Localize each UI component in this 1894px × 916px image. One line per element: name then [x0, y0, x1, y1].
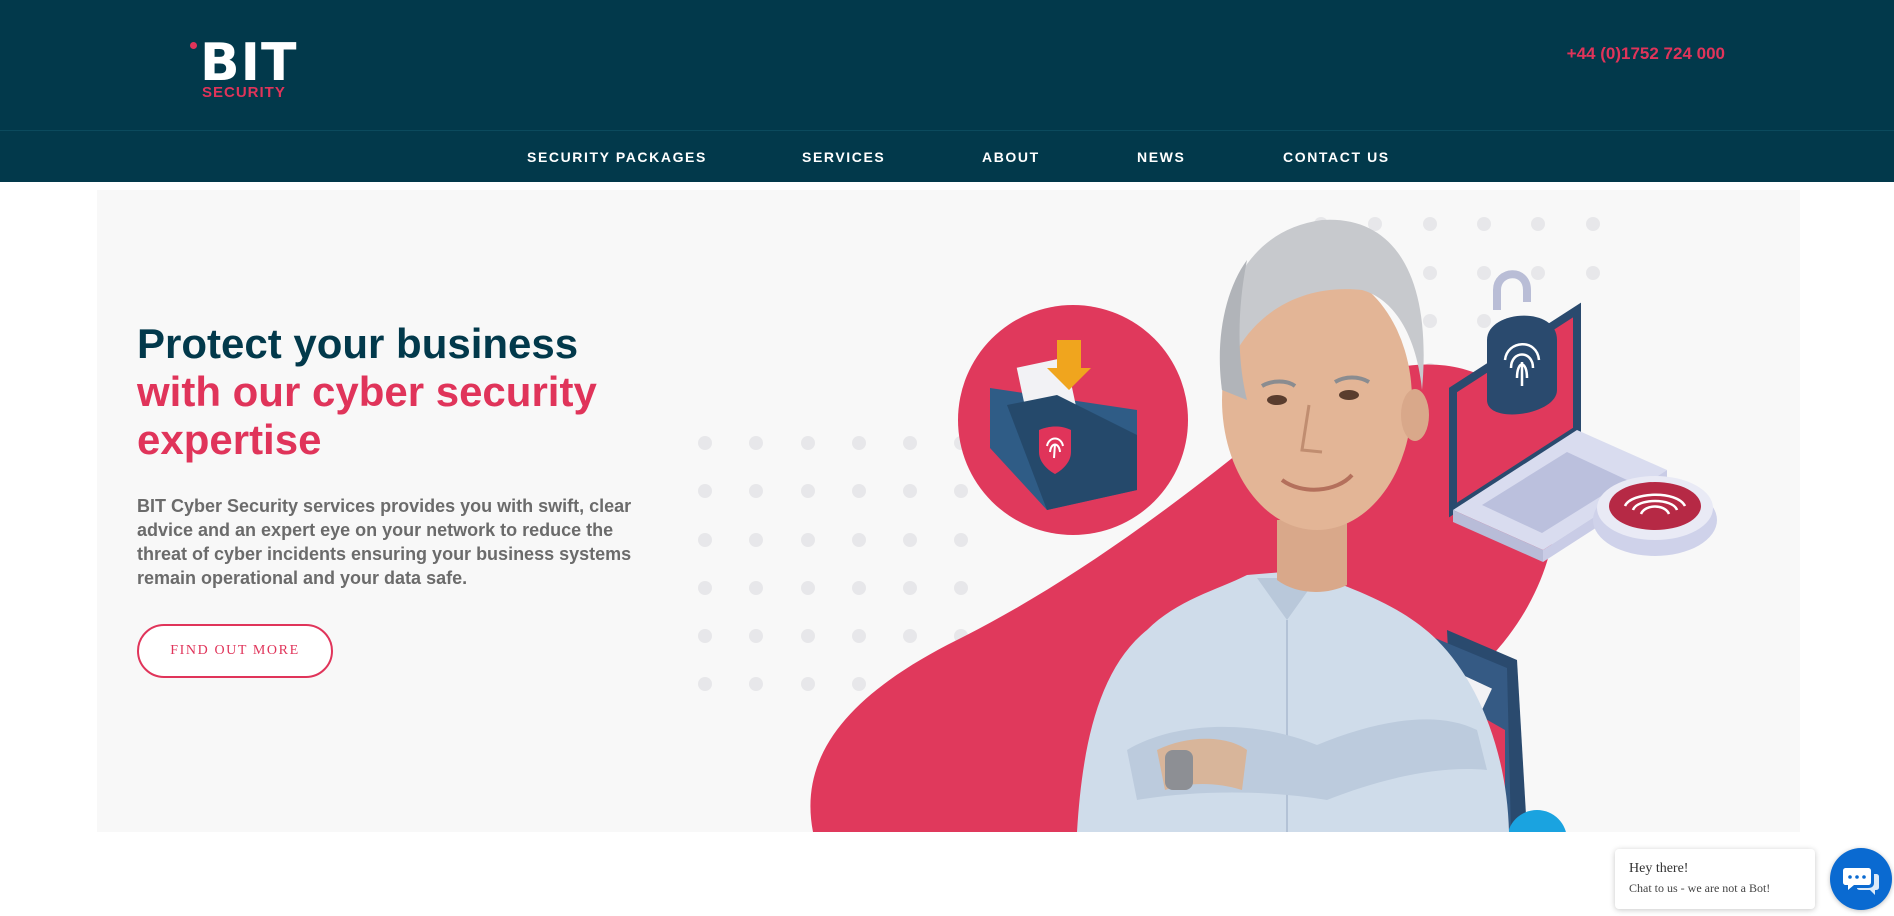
hero-banner: Protect your business with our cyber sec… [97, 190, 1800, 832]
chat-greeting-bubble[interactable]: Hey there! Chat to us - we are not a Bot… [1615, 849, 1815, 909]
nav-contact-us[interactable]: CONTACT US [1283, 149, 1390, 165]
chat-greeting-subtitle: Chat to us - we are not a Bot! [1629, 881, 1771, 895]
nav-news[interactable]: NEWS [1137, 149, 1185, 165]
find-out-more-button[interactable]: FIND OUT MORE [137, 624, 333, 678]
chat-greeting-title: Hey there! [1629, 861, 1689, 876]
logo-dot [190, 42, 197, 49]
hero-description: BIT Cyber Security services provides you… [137, 496, 632, 588]
phone-number-link[interactable]: +44 (0)1752 724 000 [1567, 44, 1725, 64]
fingerprint-pad-icon [1593, 476, 1717, 556]
chat-icon [1843, 868, 1879, 895]
hero-headline: Protect your business with our cyber sec… [137, 320, 697, 464]
logo-subtitle: SECURITY [202, 84, 286, 101]
top-header: BIT SECURITY +44 (0)1752 724 000 [0, 0, 1894, 130]
main-nav: SECURITY PACKAGES SERVICES ABOUT NEWS CO… [0, 130, 1894, 182]
nav-about[interactable]: ABOUT [982, 149, 1040, 165]
nav-services[interactable]: SERVICES [802, 149, 885, 165]
bit-security-logo[interactable]: BIT SECURITY [188, 33, 298, 102]
chat-launcher-button[interactable] [1830, 848, 1892, 910]
nav-security-packages[interactable]: SECURITY PACKAGES [527, 149, 707, 165]
dot-grid-left [698, 436, 968, 691]
headline-line-2: with our cyber security expertise [137, 368, 597, 463]
headline-line-1: Protect your business [137, 320, 579, 367]
